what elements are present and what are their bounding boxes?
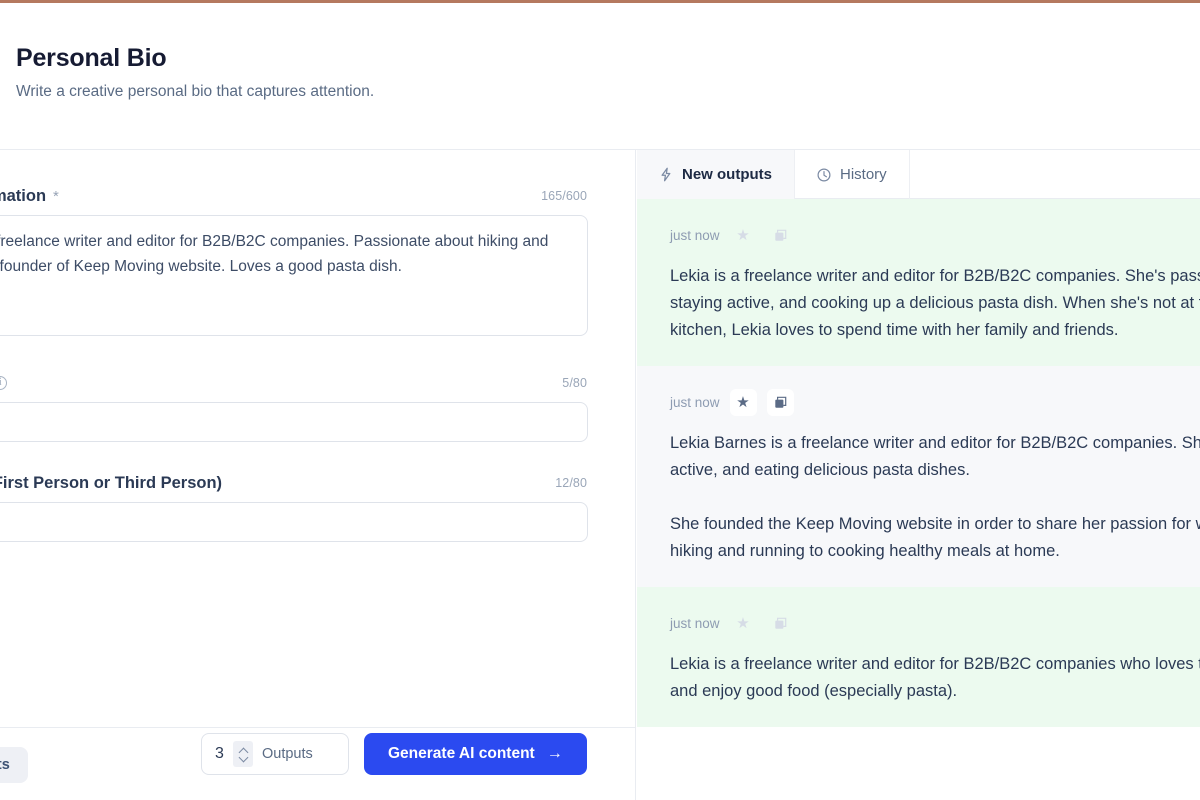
outputs-count-value: 3 [215, 745, 224, 762]
char-counter-personal-information: 165/600 [541, 189, 587, 203]
required-asterisk-icon: * [53, 187, 59, 205]
copy-icon [773, 616, 788, 631]
output-text: Lekia Barnes is a freelance writer and e… [670, 434, 1200, 560]
outputs-panel: New outputs History just now ★ Lekia is … [637, 150, 1200, 800]
chevron-down-icon[interactable] [239, 756, 248, 761]
generate-button-label: Generate AI content [388, 745, 535, 762]
tab-history-label: History [840, 166, 887, 183]
copy-icon [773, 228, 788, 243]
personal-information-textarea[interactable]: Lekia Barnes. freelance writer and edito… [0, 215, 588, 336]
field-personal-information: Personal Information * 165/600 Lekia Bar… [0, 185, 588, 336]
output-timestamp: just now [670, 615, 720, 631]
char-counter-tone-of-voice: 5/80 [562, 376, 587, 390]
outputs-label: Outputs [262, 746, 313, 762]
star-icon: ★ [736, 393, 750, 411]
field-tone-of-voice: Tone of voice i 5/80 Witty [0, 372, 588, 442]
page-header: Personal Bio Write a creative personal b… [0, 3, 1200, 150]
info-icon[interactable]: i [0, 376, 8, 390]
favorite-button[interactable]: ★ [730, 222, 757, 249]
output-card-meta: just now ★ [670, 221, 1200, 249]
field-label-text: Personal Information [0, 186, 47, 205]
lightning-icon [659, 167, 673, 182]
field-label-point-of-view: Point of view (First Person or Third Per… [0, 474, 222, 493]
char-counter-point-of-view: 12/80 [555, 476, 587, 490]
app-root: Personal Bio Write a creative personal b… [0, 0, 1200, 800]
tab-new-outputs-label: New outputs [682, 166, 772, 183]
star-icon: ★ [736, 226, 750, 244]
favorite-button[interactable]: ★ [730, 610, 757, 637]
output-text: Lekia is a freelance writer and editor f… [670, 267, 1200, 339]
tone-of-voice-input[interactable]: Witty [0, 402, 588, 442]
copy-button[interactable] [767, 222, 794, 249]
output-card[interactable]: just now ★ Lekia is a freelance writer a… [637, 199, 1200, 366]
field-label-tone-of-voice: Tone of voice i [0, 374, 8, 393]
clear-inputs-button[interactable]: Clear inputs [0, 747, 28, 783]
field-point-of-view: Point of view (First Person or Third Per… [0, 472, 588, 542]
outputs-tab-bar: New outputs History [637, 150, 1200, 199]
copy-icon [773, 395, 788, 410]
copy-button[interactable] [767, 610, 794, 637]
clock-icon [817, 167, 831, 182]
field-label-personal-information: Personal Information * [0, 187, 59, 206]
generate-ai-content-button[interactable]: Generate AI content → [364, 733, 587, 775]
output-timestamp: just now [670, 394, 720, 410]
arrow-right-icon: → [546, 745, 563, 762]
output-timestamp: just now [670, 227, 720, 243]
favorite-button[interactable]: ★ [729, 388, 757, 416]
output-card-meta: just now ★ [670, 388, 1200, 416]
output-card[interactable]: just now ★ Lekia Barnes is a freelance w… [637, 366, 1200, 587]
outputs-count-stepper[interactable]: 3 Outputs [201, 733, 349, 775]
point-of-view-input[interactable]: Third Person [0, 502, 588, 542]
input-form-panel: Personal Information * 165/600 Lekia Bar… [0, 150, 636, 800]
output-card-meta: just now ★ [670, 609, 1200, 637]
tab-history[interactable]: History [795, 150, 910, 199]
stepper-arrows[interactable] [233, 741, 253, 767]
copy-button[interactable] [766, 388, 794, 416]
output-text: Lekia is a freelance writer and editor f… [670, 655, 1200, 700]
page-subtitle: Write a creative personal bio that captu… [16, 83, 375, 100]
tab-new-outputs[interactable]: New outputs [637, 150, 795, 199]
page-title: Personal Bio [16, 44, 167, 72]
star-icon: ★ [736, 614, 750, 632]
output-card[interactable]: just now ★ Lekia is a freelance writer a… [637, 587, 1200, 727]
field-label-text: Point of view (First Person or Third Per… [0, 473, 223, 492]
